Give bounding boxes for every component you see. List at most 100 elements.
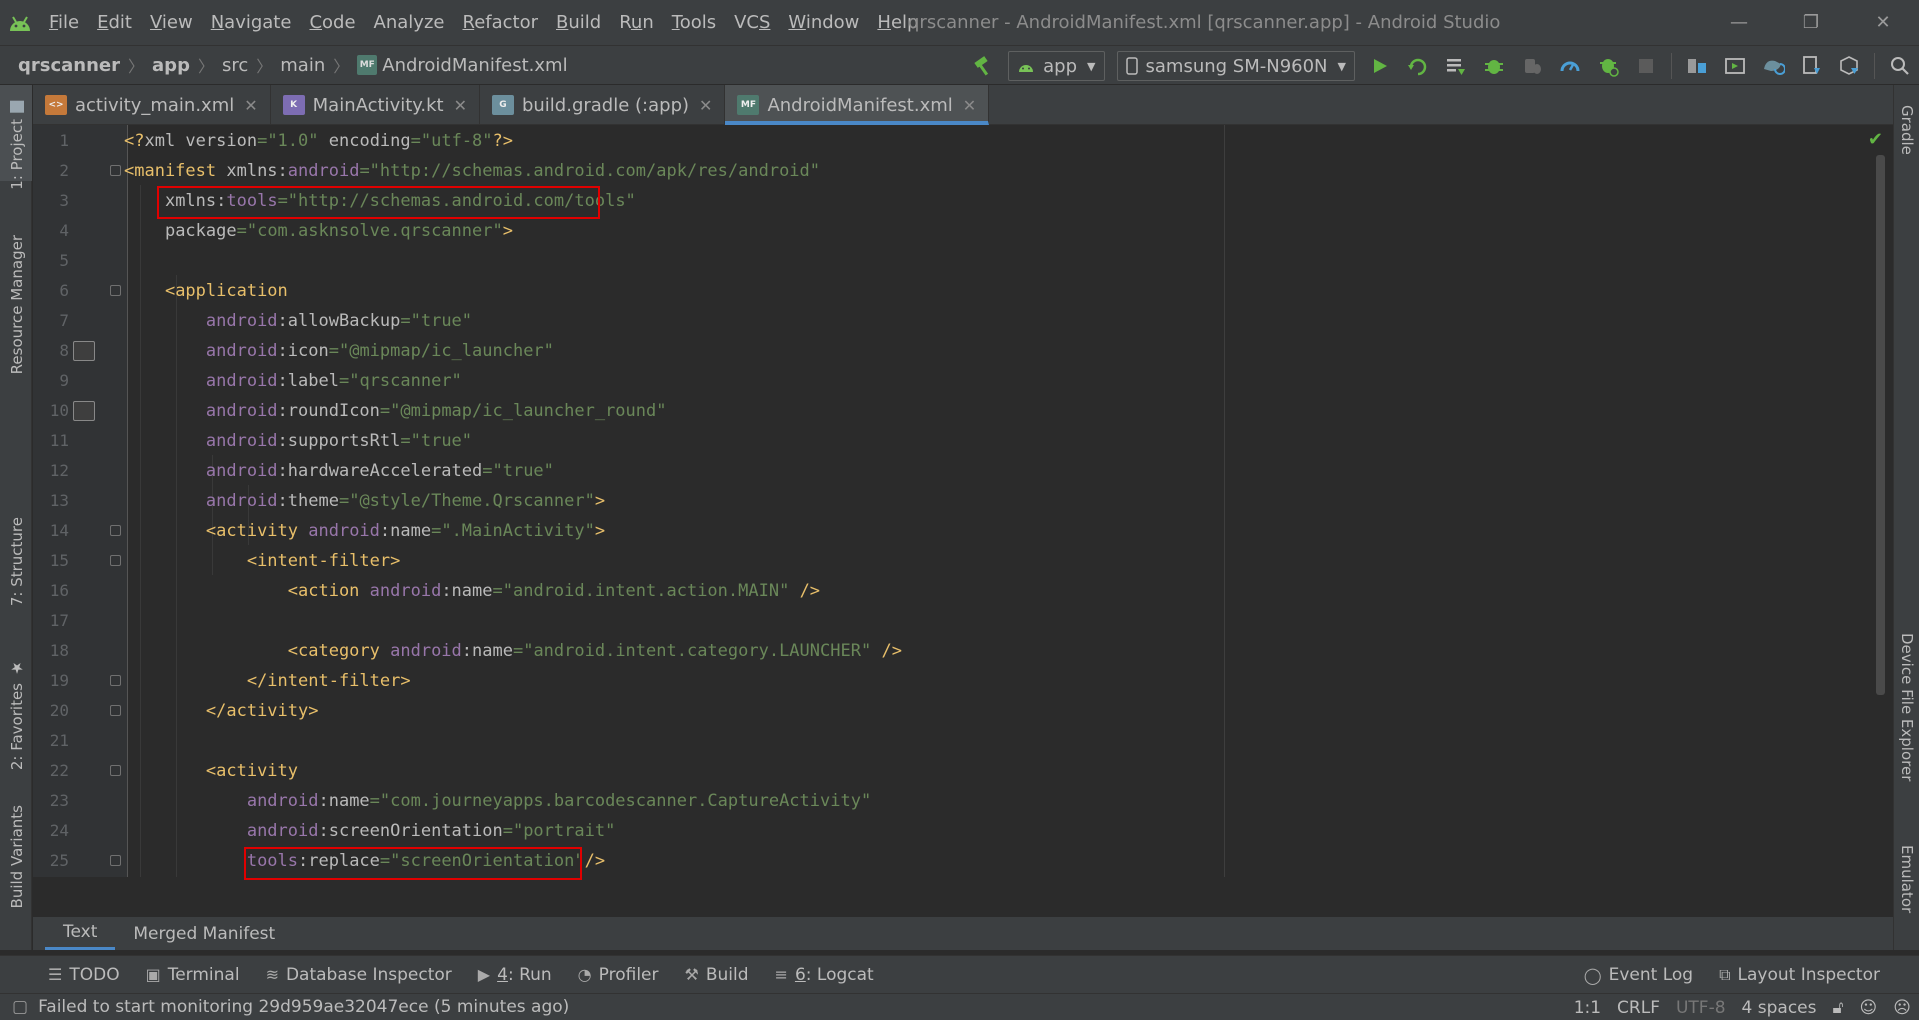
apply-changes-restart-icon[interactable] bbox=[1402, 50, 1434, 82]
menu-item[interactable]: VCS bbox=[725, 12, 779, 33]
feedback-icon[interactable]: ☹ bbox=[1885, 998, 1919, 1018]
menu-item[interactable]: Code bbox=[300, 12, 364, 33]
debug-bug-icon[interactable] bbox=[1478, 50, 1510, 82]
menu-item[interactable]: Navigate bbox=[202, 12, 301, 33]
fold-marker-icon[interactable] bbox=[110, 675, 121, 686]
resource-manager-tool-tab[interactable]: Resource Manager bbox=[8, 235, 26, 374]
menu-item[interactable]: View bbox=[141, 12, 202, 33]
line-separator[interactable]: CRLF bbox=[1609, 998, 1668, 1018]
fold-marker-icon[interactable] bbox=[110, 165, 121, 176]
breadcrumb-file[interactable]: AndroidManifest.xml bbox=[382, 55, 567, 76]
code-editor[interactable]: 1 <?xml version="1.0" encoding="utf-8"?> 2… bbox=[33, 125, 1893, 880]
breadcrumb-project[interactable]: qrscanner bbox=[18, 55, 120, 76]
menu-item[interactable]: Edit bbox=[88, 12, 141, 33]
search-icon[interactable] bbox=[1884, 50, 1916, 82]
menu-item[interactable]: Refactor bbox=[453, 12, 547, 33]
image-preview-icon[interactable] bbox=[73, 341, 95, 361]
code-line: 15 <intent-filter> bbox=[33, 546, 1893, 576]
editor-tab[interactable]: <> activity_main.xml ✕ bbox=[33, 85, 271, 125]
breadcrumb-main[interactable]: main bbox=[280, 55, 325, 76]
menu-item[interactable]: Build bbox=[547, 12, 610, 33]
close-tab-icon[interactable]: ✕ bbox=[699, 96, 712, 115]
breadcrumb-module[interactable]: app bbox=[152, 55, 190, 76]
editor-tab[interactable]: MF AndroidManifest.xml ✕ bbox=[725, 85, 990, 125]
close-tab-icon[interactable]: ✕ bbox=[454, 96, 467, 115]
terminal-icon: ▣ bbox=[145, 965, 161, 984]
menu-item[interactable]: Window bbox=[779, 12, 868, 33]
layout-inspector-tool-button[interactable]: ⧉ Layout Inspector bbox=[1706, 965, 1893, 985]
fold-marker-icon[interactable] bbox=[110, 525, 121, 536]
emulator-tool-tab[interactable]: Emulator bbox=[1898, 845, 1916, 913]
menu-item[interactable]: File bbox=[40, 12, 88, 33]
project-tool-tab[interactable]: 1: Project bbox=[8, 101, 26, 190]
terminal-tool-button[interactable]: ▣ Terminal bbox=[133, 965, 253, 985]
close-window-button[interactable]: ✕ bbox=[1847, 0, 1919, 45]
vertical-scrollbar[interactable] bbox=[1876, 155, 1885, 695]
fold-marker-icon[interactable] bbox=[110, 705, 121, 716]
profiler-tool-button[interactable]: ◔ Profiler bbox=[565, 965, 672, 985]
run-config-label: app bbox=[1043, 55, 1078, 77]
close-tab-icon[interactable]: ✕ bbox=[244, 96, 257, 115]
fold-marker-icon[interactable] bbox=[110, 555, 121, 566]
caret-position[interactable]: 1:1 bbox=[1566, 998, 1609, 1018]
status-message[interactable]: Failed to start monitoring 29d959ae32047… bbox=[38, 997, 569, 1017]
device-select[interactable]: samsung SM-N960N ▼ bbox=[1116, 51, 1355, 81]
logcat-tool-button[interactable]: ≡ 6: Logcat bbox=[762, 965, 887, 985]
gradle-tool-tab[interactable]: Gradle bbox=[1898, 105, 1916, 155]
tab-merged-manifest[interactable]: Merged Manifest bbox=[115, 917, 293, 950]
attach-bug-icon[interactable] bbox=[1592, 50, 1624, 82]
image-preview-icon[interactable] bbox=[73, 401, 95, 421]
editor-tab-label: build.gradle (:app) bbox=[521, 94, 690, 116]
todo-tool-button[interactable]: ☰ TODO bbox=[0, 965, 133, 985]
device-file-explorer-tool-tab[interactable]: Device File Explorer bbox=[1898, 633, 1916, 781]
chevron-down-icon: ▼ bbox=[1087, 59, 1096, 73]
indent-setting[interactable]: 4 spaces bbox=[1734, 998, 1825, 1018]
smiley-icon[interactable]: ☺ bbox=[1852, 998, 1886, 1018]
build-tool-button[interactable]: ⚒ Build bbox=[672, 965, 762, 985]
run-configuration-select[interactable]: app ▼ bbox=[1008, 51, 1105, 81]
device-label: samsung SM-N960N bbox=[1145, 55, 1328, 77]
window-title: qrscanner - AndroidManifest.xml [qrscann… bbox=[908, 12, 1501, 33]
line-number: 3 bbox=[59, 191, 69, 210]
run-play-icon[interactable] bbox=[1364, 50, 1396, 82]
make-project-hammer-icon[interactable] bbox=[967, 50, 999, 82]
toggle-tool-windows-icon[interactable]: ▢ bbox=[12, 997, 28, 1017]
fold-marker-icon[interactable] bbox=[110, 285, 121, 296]
code-text: <application bbox=[164, 281, 288, 301]
editor-tab[interactable]: Gbuild.gradle (:app) ✕ bbox=[480, 85, 726, 125]
chevron-right-icon: 〉 bbox=[256, 57, 273, 76]
event-log-label: Event Log bbox=[1608, 965, 1694, 985]
event-log-tool-button[interactable]: ◯ Event Log bbox=[1571, 965, 1706, 985]
apply-code-changes-icon[interactable] bbox=[1440, 50, 1472, 82]
device-manager-icon[interactable] bbox=[1833, 50, 1865, 82]
menu-item[interactable]: Tools bbox=[663, 12, 725, 33]
restore-button[interactable]: ❐ bbox=[1775, 0, 1847, 45]
attach-debugger-icon[interactable] bbox=[1516, 50, 1548, 82]
project-structure-icon[interactable] bbox=[1681, 50, 1713, 82]
list-icon: ☰ bbox=[48, 965, 63, 984]
editor-tab[interactable]: K MainActivity.kt ✕ bbox=[271, 85, 480, 125]
breadcrumb-src[interactable]: src bbox=[222, 55, 248, 76]
fold-marker-icon[interactable] bbox=[110, 855, 121, 866]
menu-item[interactable]: Analyze bbox=[365, 12, 454, 33]
profile-speedometer-icon[interactable] bbox=[1554, 50, 1586, 82]
run-tool-button[interactable]: ▶ 4: Run bbox=[465, 965, 565, 985]
favorites-tool-tab[interactable]: 2: Favorites ★ bbox=[8, 659, 26, 770]
tab-text[interactable]: Text bbox=[45, 917, 116, 950]
stop-icon[interactable] bbox=[1630, 50, 1662, 82]
structure-tool-tab[interactable]: 7: Structure bbox=[8, 517, 26, 606]
database-inspector-tool-button[interactable]: ≋ Database Inspector bbox=[253, 965, 465, 985]
avd-manager-icon[interactable] bbox=[1719, 50, 1751, 82]
minimize-button[interactable]: — bbox=[1703, 0, 1775, 45]
close-tab-icon[interactable]: ✕ bbox=[963, 96, 976, 115]
lock-icon[interactable]: 🔓︎ bbox=[1825, 998, 1852, 1018]
line-number: 13 bbox=[49, 491, 69, 510]
code-text: android:supportsRtl="true" bbox=[205, 431, 473, 451]
sync-gradle-icon[interactable] bbox=[1757, 50, 1789, 82]
build-variants-tool-tab[interactable]: Build Variants bbox=[8, 805, 26, 908]
fold-marker-icon[interactable] bbox=[110, 765, 121, 776]
sdk-manager-icon[interactable] bbox=[1795, 50, 1827, 82]
line-number: 12 bbox=[49, 461, 69, 480]
file-encoding[interactable]: UTF-8 bbox=[1668, 998, 1734, 1018]
menu-item[interactable]: Run bbox=[610, 12, 663, 33]
